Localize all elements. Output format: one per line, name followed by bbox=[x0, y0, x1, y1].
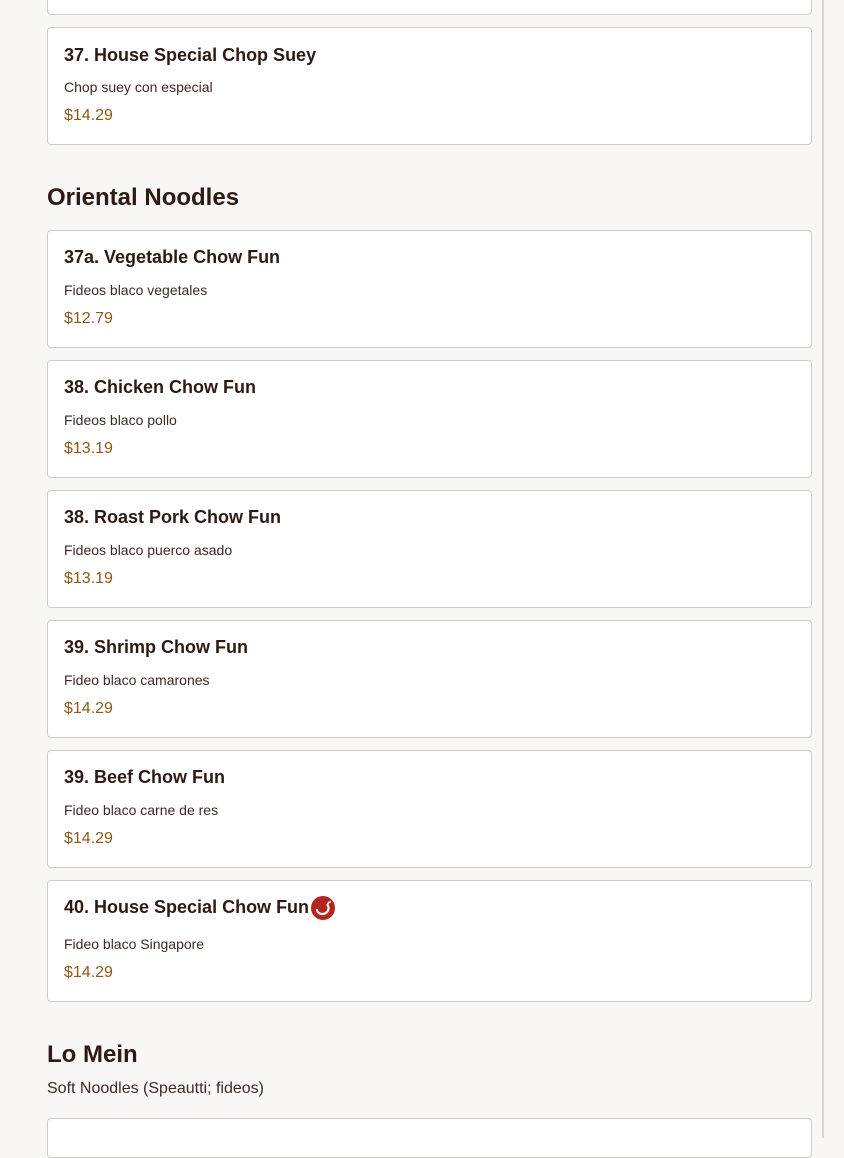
menu-item-price: $14.29 bbox=[64, 700, 113, 717]
menu-item-description: Fideo blaco camarones bbox=[64, 672, 210, 688]
menu-item-description: Fideo blaco Singapore bbox=[64, 936, 205, 952]
menu-item-card[interactable]: 38. Chicken Chow Fun Fideos blaco pollo … bbox=[47, 360, 812, 478]
spicy-chili-icon bbox=[311, 896, 335, 920]
menu-item-description: Fideos blaco pollo bbox=[64, 412, 177, 428]
menu-item-name: 39. Beef Chow Fun bbox=[64, 767, 226, 787]
section-title: Lo Mein bbox=[47, 1041, 138, 1068]
menu-item-name: 38. Chicken Chow Fun bbox=[64, 377, 257, 397]
menu-item-card[interactable]: 38. Roast Pork Chow Fun Fideos blaco pue… bbox=[47, 490, 812, 608]
menu-item-name: 40. House Special Chow Fun bbox=[64, 897, 310, 917]
menu-item-name: 39. Shrimp Chow Fun bbox=[64, 637, 249, 657]
menu-item-price: $12.79 bbox=[64, 310, 113, 327]
section-subtitle: Soft Noodles (Speautti; fideos) bbox=[47, 1080, 265, 1097]
menu-item-description: Fideos blaco vegetales bbox=[64, 282, 208, 298]
menu-item-description: Chop suey con especial bbox=[64, 79, 213, 95]
page-right-border bbox=[822, 0, 824, 1138]
menu-item-price: $13.19 bbox=[64, 440, 113, 457]
menu-item-card[interactable]: 37. House Special Chop Suey Chop suey co… bbox=[47, 27, 812, 145]
menu-item-name: 37a. Vegetable Chow Fun bbox=[64, 247, 281, 267]
section-title: Oriental Noodles bbox=[47, 184, 240, 211]
menu-item-card[interactable]: 39. Beef Chow Fun Fideo blaco carne de r… bbox=[47, 750, 812, 868]
menu-item-price: $14.29 bbox=[64, 964, 113, 981]
menu-item-card[interactable]: 37a. Vegetable Chow Fun Fideos blaco veg… bbox=[47, 230, 812, 348]
menu-item-price: $14.29 bbox=[64, 107, 113, 124]
menu-item-card[interactable]: 39. Shrimp Chow Fun Fideo blaco camarone… bbox=[47, 620, 812, 738]
menu-item-description: Fideos blaco puerco asado bbox=[64, 542, 233, 558]
menu-item-card-partial[interactable] bbox=[47, 0, 812, 15]
menu-item-card-partial[interactable] bbox=[47, 1118, 812, 1158]
menu-item-name: 38. Roast Pork Chow Fun bbox=[64, 507, 282, 527]
menu-item-price: $13.19 bbox=[64, 570, 113, 587]
menu-item-description: Fideo blaco carne de res bbox=[64, 802, 219, 818]
menu-item-price: $14.29 bbox=[64, 830, 113, 847]
menu-item-name: 37. House Special Chop Suey bbox=[64, 45, 317, 65]
menu-item-card[interactable]: 40. House Special Chow Fun Fideo blaco S… bbox=[47, 880, 812, 1002]
